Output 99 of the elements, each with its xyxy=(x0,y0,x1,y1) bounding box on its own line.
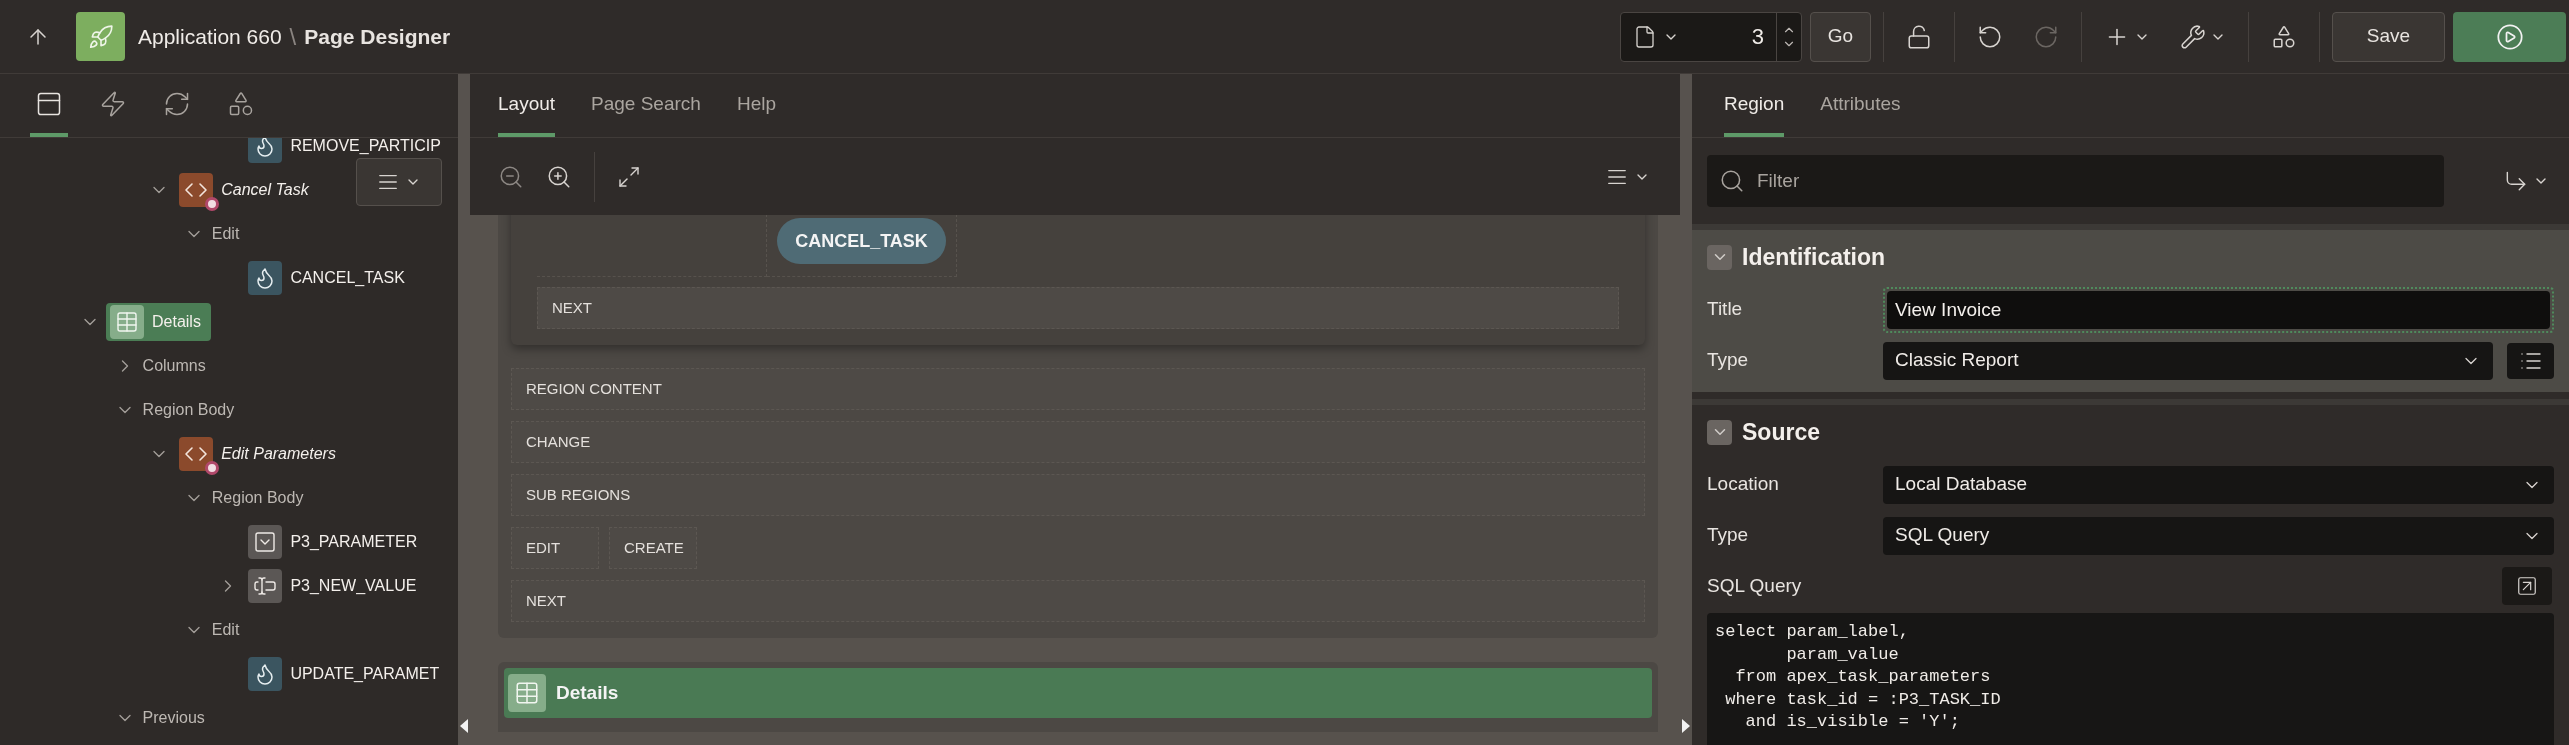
layout-position[interactable]: REGION CONTENT xyxy=(511,368,1645,410)
layout-position[interactable]: EDIT xyxy=(511,527,599,569)
layout-position[interactable]: SUB REGIONS xyxy=(511,474,1645,516)
tree-item[interactable]: Details xyxy=(106,303,211,341)
save-button[interactable]: Save xyxy=(2332,11,2445,62)
app-name[interactable]: Application 660 xyxy=(138,20,282,53)
title-field[interactable]: View Invoice xyxy=(1887,290,2550,329)
tab[interactable]: Layout xyxy=(498,75,556,137)
table-icon xyxy=(110,305,144,339)
layout-position[interactable]: NEXT xyxy=(537,287,1619,329)
cancel-task-button[interactable]: CANCEL_TASK xyxy=(777,218,946,264)
tree-item[interactable]: Region Body xyxy=(142,391,235,429)
flame-icon xyxy=(248,657,283,691)
field-label: Type xyxy=(1707,523,1750,548)
expand-button[interactable] xyxy=(617,164,641,189)
select-field[interactable]: Classic Report xyxy=(1883,341,2493,380)
collapse-left-icon[interactable] xyxy=(460,719,468,733)
lightning-icon xyxy=(99,90,127,118)
tree-item-label: Columns xyxy=(142,356,206,376)
tree-item-label: Edit xyxy=(211,620,240,640)
tree-item[interactable]: Edit Parameters xyxy=(179,435,336,473)
tree-item[interactable]: REMOVE_PARTICIP xyxy=(248,138,441,165)
select-field[interactable]: SQL Query xyxy=(1883,516,2554,555)
select-field[interactable]: Local Database xyxy=(1883,465,2554,504)
expand-editor-button[interactable] xyxy=(2502,567,2552,605)
flame-icon xyxy=(248,138,283,163)
collapse-right-icon[interactable] xyxy=(1682,719,1690,733)
panel-icon xyxy=(35,90,63,118)
tree-item-label: UPDATE_PARAMET xyxy=(290,664,440,684)
layout-position[interactable]: NEXT xyxy=(511,580,1645,622)
tree-item[interactable]: Previous xyxy=(142,699,205,737)
zoom-out-button[interactable] xyxy=(498,163,524,190)
go-button[interactable]: Go xyxy=(1810,11,1871,62)
tree-item-label: Details xyxy=(152,312,201,332)
layout-position[interactable]: CANCEL_TASK xyxy=(767,215,957,277)
region-title: Details xyxy=(556,680,619,705)
tree-item[interactable]: P3_PARAMETER xyxy=(248,523,418,561)
tab[interactable]: Help xyxy=(736,75,776,137)
filter-input[interactable]: Filter xyxy=(1757,166,2432,196)
filter-field[interactable]: Filter xyxy=(1707,155,2444,207)
expand-icon xyxy=(617,164,641,189)
tree-item-label: Edit xyxy=(211,224,240,244)
field-label: Location xyxy=(1707,472,1780,497)
collapse-toggle[interactable] xyxy=(1707,244,1732,270)
flame-icon xyxy=(248,261,283,295)
sql-code-editor[interactable]: select param_label, param_value from apex_task_parameters where task_id = :P3_TASK_ID and is_visible = 'Y'; xyxy=(1707,613,2554,745)
tree-item-label: P3_PARAMETER xyxy=(290,532,418,552)
tab[interactable]: Region xyxy=(1724,75,1785,137)
tree-item-label: Region Body xyxy=(142,400,235,420)
shapes-icon xyxy=(227,90,255,118)
refresh-icon xyxy=(163,90,191,118)
tab[interactable]: Page Search xyxy=(591,75,701,137)
tree-item[interactable]: Columns xyxy=(142,347,206,385)
collapse-toggle[interactable] xyxy=(1707,419,1732,445)
tab[interactable]: Attributes xyxy=(1820,75,1901,137)
tree-item[interactable]: Cancel Task xyxy=(179,171,309,209)
breadcrumb-separator: \ xyxy=(289,21,297,52)
tree-item-label: CANCEL_TASK xyxy=(290,268,405,288)
run-button[interactable] xyxy=(2453,11,2566,62)
page-icon xyxy=(1633,24,1657,49)
play-icon xyxy=(2495,22,2524,51)
page-selector[interactable]: 3 xyxy=(1620,11,1802,62)
tree-item[interactable]: UPDATE_PARAMET xyxy=(248,655,440,693)
tree-item-label: Edit Parameters xyxy=(221,444,336,464)
group-title: Source xyxy=(1742,417,1820,447)
layout-position[interactable]: CHANGE xyxy=(511,421,1645,463)
select-value: Local Database xyxy=(1895,472,2028,497)
field-label: Title xyxy=(1707,297,1744,322)
list-button[interactable] xyxy=(2507,342,2554,379)
field-label: SQL Query xyxy=(1707,573,1802,598)
select-value: Classic Report xyxy=(1895,348,2019,373)
page-number-field[interactable]: 3 xyxy=(1691,12,1777,61)
tree-item[interactable]: CANCEL_TASK xyxy=(248,259,405,297)
select-list-icon xyxy=(248,525,283,559)
region-header[interactable]: Details xyxy=(504,668,1652,718)
table-icon xyxy=(508,674,546,712)
tree-item-label: REMOVE_PARTICIP xyxy=(290,138,441,156)
tree-menu-button[interactable] xyxy=(356,158,442,206)
tree-item[interactable]: Edit xyxy=(211,215,240,253)
tree-item[interactable]: Edit xyxy=(211,611,240,649)
zoom-out-icon xyxy=(498,163,524,190)
shapes-icon xyxy=(2271,23,2297,50)
rocket-icon xyxy=(87,23,114,50)
field-label: Type xyxy=(1707,348,1750,373)
text-field-icon xyxy=(248,569,283,603)
tree-item-label: Previous xyxy=(142,708,205,728)
group-title: Identification xyxy=(1742,242,1886,272)
layout-position[interactable]: CREATE xyxy=(609,527,697,569)
tree-item-label: Region Body xyxy=(211,488,304,508)
tree-item[interactable]: Region Body xyxy=(211,479,304,517)
open-icon xyxy=(2516,575,2538,597)
tree-item[interactable]: P3_NEW_VALUE xyxy=(248,567,417,605)
unlock-icon xyxy=(1906,23,1932,50)
wrench-icon xyxy=(2180,23,2206,50)
tree-item-label: Cancel Task xyxy=(221,180,309,200)
select-value: SQL Query xyxy=(1895,523,1990,548)
page-title: Page Designer xyxy=(304,23,451,50)
search-icon xyxy=(1719,168,1745,194)
tree-item-label: P3_NEW_VALUE xyxy=(290,576,417,596)
